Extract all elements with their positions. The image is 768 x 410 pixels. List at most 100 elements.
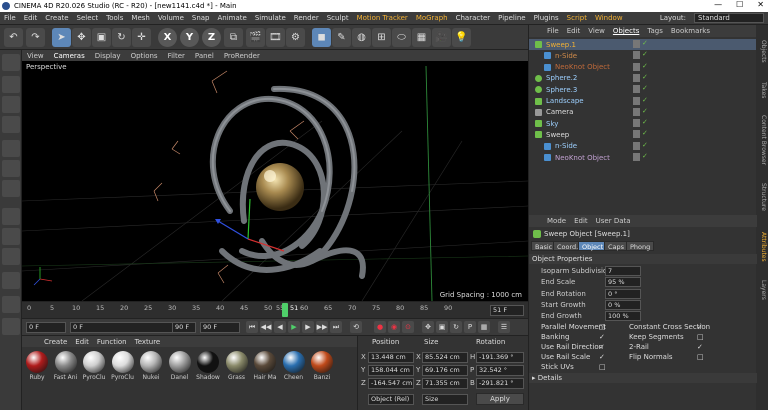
prev-frame-icon[interactable]: ◀ <box>274 321 286 333</box>
viewport-menu-prorender[interactable]: ProRender <box>219 52 265 60</box>
visibility-toggle-icon[interactable] <box>633 130 640 139</box>
object-menu-tags[interactable]: Tags <box>643 27 667 35</box>
subdivision-icon[interactable]: ◍ <box>352 28 371 47</box>
polygons-mode-icon[interactable] <box>2 180 20 197</box>
position-z-field[interactable]: -164.547 cm <box>368 378 414 389</box>
enable-check-icon[interactable]: ✓ <box>642 73 648 81</box>
size-z-field[interactable]: 71.355 cm <box>422 378 468 389</box>
material-swatch[interactable]: Danel <box>167 351 193 381</box>
current-frame-field[interactable]: 51 F <box>490 305 524 316</box>
material-swatch[interactable]: Nukei <box>138 351 164 381</box>
position-key-icon[interactable]: ✥ <box>422 321 434 333</box>
model-mode-icon[interactable] <box>2 76 20 93</box>
size-y-field[interactable]: 69.176 cm <box>422 365 468 376</box>
redo-icon[interactable]: ↷ <box>26 28 45 47</box>
camera-icon[interactable]: 🎥 <box>432 28 451 47</box>
object-row[interactable]: NeoKnot Object ✓ <box>529 152 757 163</box>
keyframe-selection-icon[interactable]: ⊙ <box>402 321 414 333</box>
rotate-tool-icon[interactable]: ↻ <box>112 28 131 47</box>
make-editable-icon[interactable] <box>2 54 20 71</box>
menu-motion-tracker[interactable]: Motion Tracker <box>353 14 412 22</box>
rotation-b-field[interactable]: -291.821 ° <box>476 378 524 389</box>
material-swatch[interactable]: Banzi <box>309 351 335 381</box>
minimize-button[interactable]: — <box>714 0 722 9</box>
attr-menu-user-data[interactable]: User Data <box>592 217 635 225</box>
enable-check-icon[interactable]: ✓ <box>642 96 648 104</box>
apply-button[interactable]: Apply <box>476 393 524 405</box>
enable-check-icon[interactable]: ✓ <box>642 107 648 115</box>
side-tab-content-browser[interactable]: Content Browser <box>757 109 767 171</box>
menu-create[interactable]: Create <box>41 14 72 22</box>
visibility-toggle-icon[interactable] <box>633 107 640 116</box>
menu-snap[interactable]: Snap <box>188 14 214 22</box>
timeline[interactable]: 0 5 10 15 20 25 30 35 40 45 55 60 65 70 … <box>22 301 528 318</box>
menu-edit[interactable]: Edit <box>20 14 42 22</box>
side-tab-structure[interactable]: Structure <box>757 175 767 219</box>
goto-start-icon[interactable]: ⏮ <box>246 321 258 333</box>
checkbox[interactable]: □ <box>697 333 704 341</box>
object-row[interactable]: NeoKnot Object ✓ <box>529 62 757 73</box>
coordinate-mode-select[interactable]: Object (Rel) <box>368 394 414 405</box>
layout-select[interactable]: Standard <box>694 13 764 23</box>
menu-simulate[interactable]: Simulate <box>251 14 290 22</box>
tab-caps[interactable]: Caps <box>604 241 629 251</box>
menu-character[interactable]: Character <box>452 14 495 22</box>
object-row[interactable]: Landscape ✓ <box>529 96 757 107</box>
start-frame-field[interactable]: 0 F <box>26 322 66 333</box>
attr-menu-mode[interactable]: Mode <box>543 217 570 225</box>
workplane-icon[interactable] <box>2 116 20 133</box>
menu-animate[interactable]: Animate <box>214 14 251 22</box>
object-row[interactable]: Sweep ✓ <box>529 129 757 140</box>
visibility-toggle-icon[interactable] <box>633 153 640 161</box>
side-tab-objects[interactable]: Objects <box>757 31 767 71</box>
edges-mode-icon[interactable] <box>2 160 20 177</box>
size-mode-select[interactable]: Size <box>422 394 468 405</box>
render-view-icon[interactable]: 🎬 <box>246 28 265 47</box>
cube-object-icon[interactable]: ◼ <box>312 28 331 47</box>
next-key-icon[interactable]: ▶▶ <box>316 321 328 333</box>
tab-phong[interactable]: Phong <box>626 241 655 251</box>
material-swatch[interactable]: Shadow <box>195 351 221 381</box>
visibility-toggle-icon[interactable] <box>633 51 640 60</box>
viewport[interactable]: Perspective Grid Spacing: 1000 cm <box>22 61 528 301</box>
enable-check-icon[interactable]: ✓ <box>642 50 648 58</box>
object-row[interactable]: Sphere.2 ✓ <box>529 73 757 84</box>
material-swatch[interactable]: PyroClu <box>81 351 107 381</box>
viewport-menu-filter[interactable]: Filter <box>163 52 190 60</box>
coordinate-system-icon[interactable]: ⧉ <box>224 28 243 47</box>
object-row[interactable]: Sphere.3 ✓ <box>529 84 757 95</box>
material-swatch[interactable]: Hair Ma <box>252 351 278 381</box>
menu-tools[interactable]: Tools <box>102 14 127 22</box>
loop-icon[interactable]: ⟲ <box>350 321 362 333</box>
menu-select[interactable]: Select <box>73 14 103 22</box>
menu-volume[interactable]: Volume <box>154 14 188 22</box>
object-row[interactable]: Camera ✓ <box>529 107 757 118</box>
object-row[interactable]: Sky ✓ <box>529 118 757 129</box>
pla-key-icon[interactable]: ▦ <box>478 321 490 333</box>
details-section[interactable]: ▸ Details <box>529 373 757 383</box>
menu-pipeline[interactable]: Pipeline <box>494 14 529 22</box>
checkbox[interactable]: ✓ <box>599 333 605 341</box>
viewport-menu-cameras[interactable]: Cameras <box>49 52 90 60</box>
menu-sculpt[interactable]: Sculpt <box>323 14 353 22</box>
checkbox[interactable]: ✓ <box>697 323 703 331</box>
side-tab-takes[interactable]: Takes <box>757 75 767 105</box>
object-row[interactable]: n-Side ✓ <box>529 50 757 61</box>
property-value-field[interactable]: 100 % <box>605 311 641 322</box>
next-frame-icon[interactable]: ▶ <box>302 321 314 333</box>
rotation-p-field[interactable]: 32.542 ° <box>476 365 524 376</box>
side-tab-layers[interactable]: Layers <box>757 275 767 305</box>
grid-icon[interactable] <box>2 318 20 335</box>
undo-icon[interactable]: ↶ <box>4 28 23 47</box>
playhead-marker[interactable] <box>282 303 288 317</box>
position-x-field[interactable]: 13.448 cm <box>368 352 414 363</box>
position-y-field[interactable]: 158.044 cm <box>368 365 414 376</box>
param-key-icon[interactable]: P <box>464 321 476 333</box>
side-tab-attributes[interactable]: Attributes <box>757 225 767 269</box>
material-swatch[interactable]: Fast Ani <box>53 351 79 381</box>
material-swatch[interactable]: Cheen <box>281 351 307 381</box>
maximize-button[interactable]: ☐ <box>736 0 743 9</box>
z-axis-lock-button[interactable]: Z <box>202 28 221 47</box>
axis-mode-icon[interactable] <box>2 208 20 225</box>
attr-menu-edit[interactable]: Edit <box>570 217 592 225</box>
